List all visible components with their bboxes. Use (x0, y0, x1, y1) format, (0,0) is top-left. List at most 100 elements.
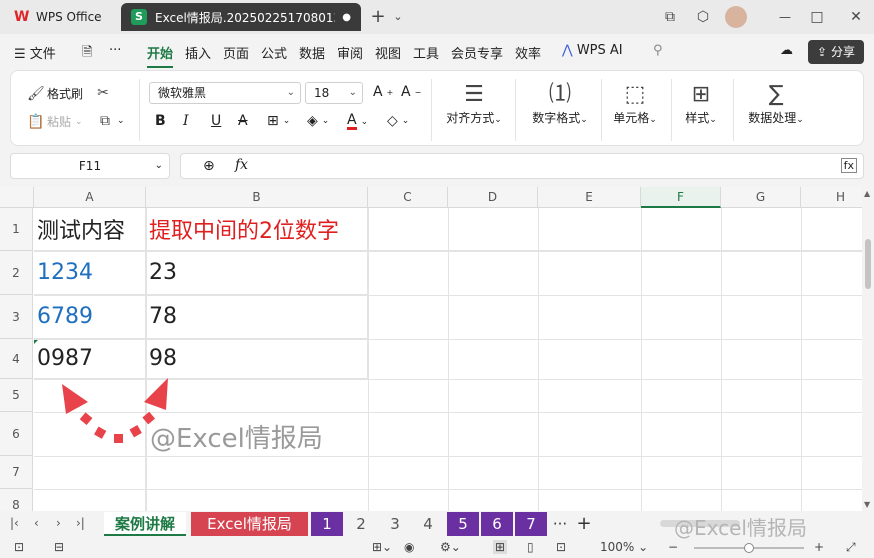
scroll-up-icon[interactable]: ▲ (864, 189, 870, 198)
sheet-tab-6[interactable]: 6 (481, 512, 513, 536)
cell-button[interactable]: ⬚ 单元格⌄ (607, 81, 663, 126)
row-header-7[interactable]: 7 (0, 456, 33, 489)
clear-format-icon[interactable]: ◇ ⌄ (387, 113, 409, 129)
format-painter-button[interactable]: 🖌 格式刷 (27, 85, 83, 102)
column-header-b[interactable]: B (146, 187, 368, 208)
share-button[interactable]: ⇪ 分享 (808, 40, 864, 64)
menu-view[interactable]: 视图 (375, 43, 401, 62)
underline-icon[interactable]: U (211, 113, 221, 129)
menu-start[interactable]: 开始 (147, 43, 174, 68)
avatar[interactable] (725, 6, 747, 28)
macro-icon[interactable]: ⊡ (14, 540, 24, 554)
sheet-tab-7[interactable]: 7 (515, 512, 547, 536)
border-icon[interactable]: ⊞ ⌄ (267, 113, 290, 129)
row-header-1[interactable]: 1 (0, 208, 33, 251)
sheet-tab-2[interactable]: 2 (346, 512, 376, 536)
row-header-8[interactable]: 8 (0, 489, 33, 511)
column-header-a[interactable]: A (34, 187, 146, 208)
vertical-scrollbar[interactable]: ▲ ▼ (862, 187, 874, 511)
cube-icon[interactable]: ⬡ (692, 6, 714, 28)
sheet-view-icon[interactable]: ⊞⌄ (372, 540, 392, 554)
fx-icon[interactable]: fx (235, 157, 248, 173)
cell-b2[interactable]: 23 (146, 251, 368, 295)
sheet-tab-5[interactable]: 5 (447, 512, 479, 536)
menu-insert[interactable]: 插入 (185, 43, 211, 62)
window-layout-icon[interactable]: ⧉ (659, 6, 681, 28)
more-icon[interactable]: ··· (109, 43, 121, 58)
row-header-2[interactable]: 2 (0, 251, 33, 295)
zoom-search-icon[interactable]: ⊕ (203, 158, 215, 174)
font-color-icon[interactable]: A ⌄ (347, 113, 368, 130)
search-icon[interactable]: ⚲ (653, 43, 663, 58)
zoom-in-icon[interactable]: + (814, 540, 824, 554)
column-header-d[interactable]: D (448, 187, 538, 208)
column-header-e[interactable]: E (538, 187, 641, 208)
italic-icon[interactable]: I (183, 113, 189, 129)
sheet-tab-1[interactable]: 1 (311, 512, 343, 536)
column-header-g[interactable]: G (721, 187, 801, 208)
style-button[interactable]: ⊞ 样式⌄ (679, 81, 723, 126)
increase-font-icon[interactable]: A + (373, 84, 393, 100)
menu-member[interactable]: 会员专享 (451, 43, 503, 62)
select-all-corner[interactable] (0, 187, 34, 208)
close-button[interactable]: ✕ (845, 6, 867, 28)
cell-b1[interactable]: 提取中间的2位数字 (146, 208, 368, 251)
formula-input[interactable]: ⊕ fx fx (180, 153, 864, 179)
sheet-tab-active[interactable]: 案例讲解 (104, 512, 186, 536)
align-button[interactable]: ☰ 对齐方式⌄ (439, 81, 509, 126)
zoom-slider[interactable] (694, 543, 804, 553)
minimize-button[interactable]: — (774, 6, 796, 28)
tab-wps-office[interactable]: W WPS Office (4, 3, 116, 31)
cell-b3[interactable]: 78 (146, 295, 368, 339)
row-header-3[interactable]: 3 (0, 295, 33, 339)
add-sheet-button[interactable]: + (574, 512, 594, 536)
scroll-down-icon[interactable]: ▼ (864, 500, 870, 509)
cell-b4[interactable]: 98 (146, 339, 368, 379)
last-sheet-icon[interactable]: ›| (76, 516, 85, 530)
save-icon[interactable]: 🗎 (82, 43, 92, 65)
row-header-4[interactable]: 4 (0, 339, 33, 379)
paste-button[interactable]: 📋 粘贴 ⌄ (27, 113, 83, 130)
decrease-font-icon[interactable]: A − (401, 84, 421, 100)
prev-sheet-icon[interactable]: ‹ (34, 516, 39, 530)
name-box[interactable]: F11 ⌄ (10, 153, 170, 179)
wps-ai-button[interactable]: ⋀ WPS AI (562, 43, 623, 58)
column-header-c[interactable]: C (368, 187, 448, 208)
notes-icon[interactable]: ⊟ (54, 540, 64, 554)
menu-efficiency[interactable]: 效率 (515, 43, 541, 62)
font-name-select[interactable]: 微软雅黑 ⌄ (149, 82, 301, 104)
font-size-select[interactable]: 18 ⌄ (305, 82, 363, 104)
fullscreen-icon[interactable]: ⤢ (846, 540, 856, 555)
column-header-f[interactable]: F (641, 187, 721, 208)
settings-icon[interactable]: ⚙⌄ (440, 540, 461, 554)
next-sheet-icon[interactable]: › (56, 516, 61, 530)
expand-formula-icon[interactable]: fx (840, 158, 857, 173)
menu-file[interactable]: ☰ 文件 (14, 43, 56, 62)
cut-button[interactable]: ✂ (95, 85, 111, 101)
cloud-icon[interactable]: ☁ (780, 43, 793, 58)
zoom-out-icon[interactable]: − (668, 540, 678, 554)
row-header-5[interactable]: 5 (0, 379, 33, 412)
row-header-6[interactable]: 6 (0, 412, 33, 456)
sheet-tab-excel[interactable]: Excel情报局 (191, 512, 308, 536)
sheet-tab-4[interactable]: 4 (413, 512, 443, 536)
scroll-thumb[interactable] (865, 239, 871, 289)
cell-a3[interactable]: 6789 (34, 295, 146, 339)
strikethrough-icon[interactable]: A (238, 113, 248, 129)
cell-a4[interactable]: 0987 (34, 339, 146, 379)
first-sheet-icon[interactable]: |‹ (10, 516, 19, 530)
menu-review[interactable]: 审阅 (337, 43, 363, 62)
tab-document[interactable]: S Excel情报局.202502251708013 ● (121, 3, 361, 31)
tab-list-chevron-icon[interactable]: ⌄ (387, 6, 409, 28)
eye-protection-icon[interactable]: ◉ (404, 540, 414, 554)
bold-icon[interactable]: B (155, 113, 166, 129)
zoom-slider-thumb[interactable] (744, 543, 754, 553)
menu-tools[interactable]: 工具 (413, 43, 439, 62)
sheet-tab-3[interactable]: 3 (380, 512, 410, 536)
copy-button[interactable]: ⧉ ⌄ (97, 113, 125, 129)
data-process-button[interactable]: ∑ 数据处理⌄ (741, 81, 811, 126)
menu-data[interactable]: 数据 (299, 43, 325, 62)
maximize-button[interactable]: □ (806, 6, 828, 28)
page-layout-icon[interactable]: ▯ (527, 540, 534, 554)
fill-color-icon[interactable]: ◈ ⌄ (307, 113, 329, 129)
